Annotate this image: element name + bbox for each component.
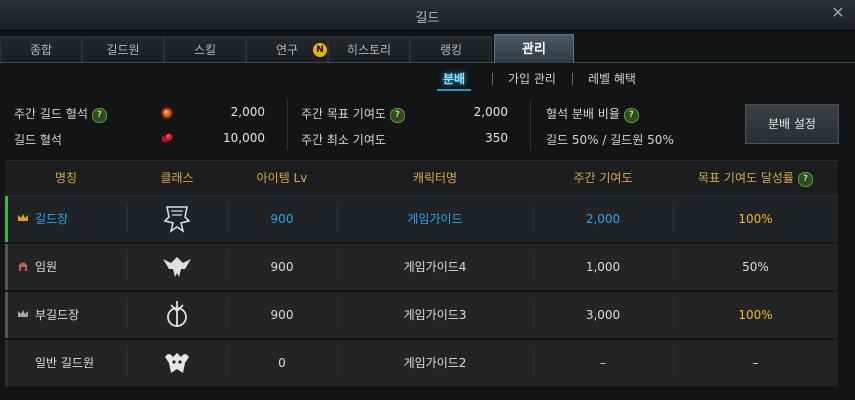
weekly-contribution: – bbox=[600, 356, 606, 370]
character-name: 게임가이드3 bbox=[403, 308, 467, 322]
row-indicator bbox=[5, 292, 8, 338]
bloodstone-value: 10,000 bbox=[223, 131, 265, 145]
weekly-min-label: 주간 최소 기여도 bbox=[301, 133, 386, 147]
distribution-info: 주간 길드 혈석? 2,000 길드 혈석 10,000 주간 목표 기여도? … bbox=[0, 96, 855, 154]
title-bar: 길드 ✕ bbox=[0, 0, 855, 31]
tab-overview[interactable]: 종합 bbox=[0, 36, 82, 62]
divider bbox=[492, 73, 493, 85]
item-level: 0 bbox=[278, 356, 286, 370]
weekly-contribution: 2,000 bbox=[585, 212, 621, 226]
bloodstone-weekly-icon bbox=[161, 107, 173, 119]
character-name: 게임가이드4 bbox=[403, 260, 467, 274]
row-indicator bbox=[5, 196, 8, 242]
achievement-rate: 100% bbox=[738, 212, 773, 226]
tab-label: 히스토리 bbox=[346, 43, 392, 57]
close-icon[interactable]: ✕ bbox=[829, 4, 847, 22]
class-emblem-icon bbox=[165, 353, 189, 373]
tab-label: 랭킹 bbox=[439, 43, 463, 57]
character-name: 게임가이드2 bbox=[403, 356, 467, 370]
tab-history[interactable]: 히스토리 bbox=[328, 36, 410, 62]
achievement-rate: 50% bbox=[742, 260, 769, 274]
table-row[interactable]: 임원 900 게임가이드4 1,000 50% bbox=[5, 244, 838, 291]
subtab-join-management[interactable]: 가입 관리 bbox=[508, 70, 556, 87]
row-indicator bbox=[5, 244, 8, 290]
weekly-bloodstone-text: 주간 길드 혈석 bbox=[14, 107, 88, 121]
divider bbox=[127, 300, 128, 330]
column-header-rank[interactable]: 명칭 bbox=[5, 161, 127, 195]
tab-label: 연구 bbox=[275, 43, 299, 57]
help-icon[interactable]: ? bbox=[91, 108, 107, 123]
column-header-item-level[interactable]: 아이템 Lv bbox=[227, 161, 337, 195]
rank-name: 일반 길드원 bbox=[35, 356, 95, 370]
class-emblem-icon bbox=[167, 301, 187, 327]
class-emblem-icon bbox=[163, 257, 191, 277]
crown-icon bbox=[18, 214, 28, 221]
subtab-level-benefits[interactable]: 레벨 혜택 bbox=[588, 70, 636, 87]
distribution-settings-button[interactable]: 분배 설정 bbox=[745, 104, 839, 144]
column-header-rate[interactable]: 목표 기여도 달성률? bbox=[673, 161, 838, 195]
subtab-distribution[interactable]: 분배 bbox=[436, 70, 472, 91]
ratio-label: 혈석 분배 비율? bbox=[546, 105, 639, 123]
table-row[interactable]: 일반 길드원 0 게임가이드2 – – bbox=[5, 340, 838, 387]
ratio-value: 길드 50% / 길드원 50% bbox=[546, 133, 674, 147]
table-header: 명칭 클래스 아이템 Lv 캐릭터명 주간 기여도 목표 기여도 달성률? bbox=[5, 160, 838, 196]
ratio-text: 혈석 분배 비율 bbox=[546, 107, 620, 121]
divider bbox=[530, 100, 531, 150]
tab-label: 스킬 bbox=[193, 43, 217, 57]
tab-members[interactable]: 길드원 bbox=[82, 36, 164, 62]
weekly-bloodstone-label: 주간 길드 혈석? bbox=[14, 105, 107, 123]
bloodstone-label: 길드 혈석 bbox=[14, 133, 62, 147]
member-table: 명칭 클래스 아이템 Lv 캐릭터명 주간 기여도 목표 기여도 달성률? 길드… bbox=[5, 160, 838, 400]
tab-bar: 종합 길드원 스킬 연구 N 히스토리 랭킹 관리 bbox=[0, 34, 855, 63]
item-level: 900 bbox=[270, 260, 294, 274]
column-header-weekly[interactable]: 주간 기여도 bbox=[533, 161, 673, 195]
window-title: 길드 bbox=[415, 11, 440, 26]
help-icon[interactable]: ? bbox=[623, 108, 639, 123]
helmet-icon bbox=[19, 262, 27, 271]
divider bbox=[127, 348, 128, 378]
bloodstone-icon bbox=[161, 133, 173, 143]
tab-research[interactable]: 연구 N bbox=[246, 36, 328, 62]
column-header-character[interactable]: 캐릭터명 bbox=[337, 161, 533, 195]
crown-silver-icon bbox=[18, 310, 28, 317]
weekly-min-value: 350 bbox=[485, 131, 508, 145]
column-header-class[interactable]: 클래스 bbox=[127, 161, 227, 195]
achievement-rate: 100% bbox=[738, 308, 773, 322]
tab-label: 관리 bbox=[522, 42, 546, 57]
tab-label: 종합 bbox=[29, 43, 53, 57]
divider bbox=[127, 252, 128, 282]
tab-ranking[interactable]: 랭킹 bbox=[410, 36, 492, 62]
table-row[interactable]: 부길드장 900 게임가이드3 3,000 100% bbox=[5, 292, 838, 339]
class-emblem-icon bbox=[163, 206, 191, 233]
item-level: 900 bbox=[270, 212, 294, 226]
rank-name: 부길드장 bbox=[35, 308, 80, 322]
weekly-contribution: 3,000 bbox=[585, 308, 621, 322]
rank-name: 길드장 bbox=[35, 212, 69, 226]
tab-management[interactable]: 관리 bbox=[494, 34, 574, 63]
divider bbox=[287, 100, 288, 150]
subtab-bar: 분배 가입 관리 레벨 혜택 bbox=[0, 70, 855, 91]
achievement-rate: – bbox=[752, 356, 759, 370]
divider bbox=[127, 204, 128, 234]
weekly-bloodstone-value: 2,000 bbox=[230, 105, 265, 119]
tab-skills[interactable]: 스킬 bbox=[164, 36, 246, 62]
new-badge: N bbox=[313, 43, 327, 57]
column-header-rate-text: 목표 기여도 달성률 bbox=[698, 171, 794, 185]
item-level: 900 bbox=[270, 308, 294, 322]
rank-name: 임원 bbox=[35, 260, 58, 274]
weekly-contribution: 1,000 bbox=[585, 260, 621, 274]
weekly-target-value: 2,000 bbox=[473, 105, 508, 119]
row-indicator bbox=[5, 340, 8, 386]
tab-label: 길드원 bbox=[106, 43, 140, 57]
divider bbox=[572, 73, 573, 85]
weekly-target-text: 주간 목표 기여도 bbox=[301, 107, 386, 121]
help-icon[interactable]: ? bbox=[797, 172, 813, 187]
weekly-target-label: 주간 목표 기여도? bbox=[301, 105, 405, 123]
table-row[interactable]: 길드장 900 게임가이드 2,000 100% bbox=[5, 196, 838, 243]
character-name: 게임가이드 bbox=[407, 212, 463, 226]
help-icon[interactable]: ? bbox=[389, 108, 405, 123]
